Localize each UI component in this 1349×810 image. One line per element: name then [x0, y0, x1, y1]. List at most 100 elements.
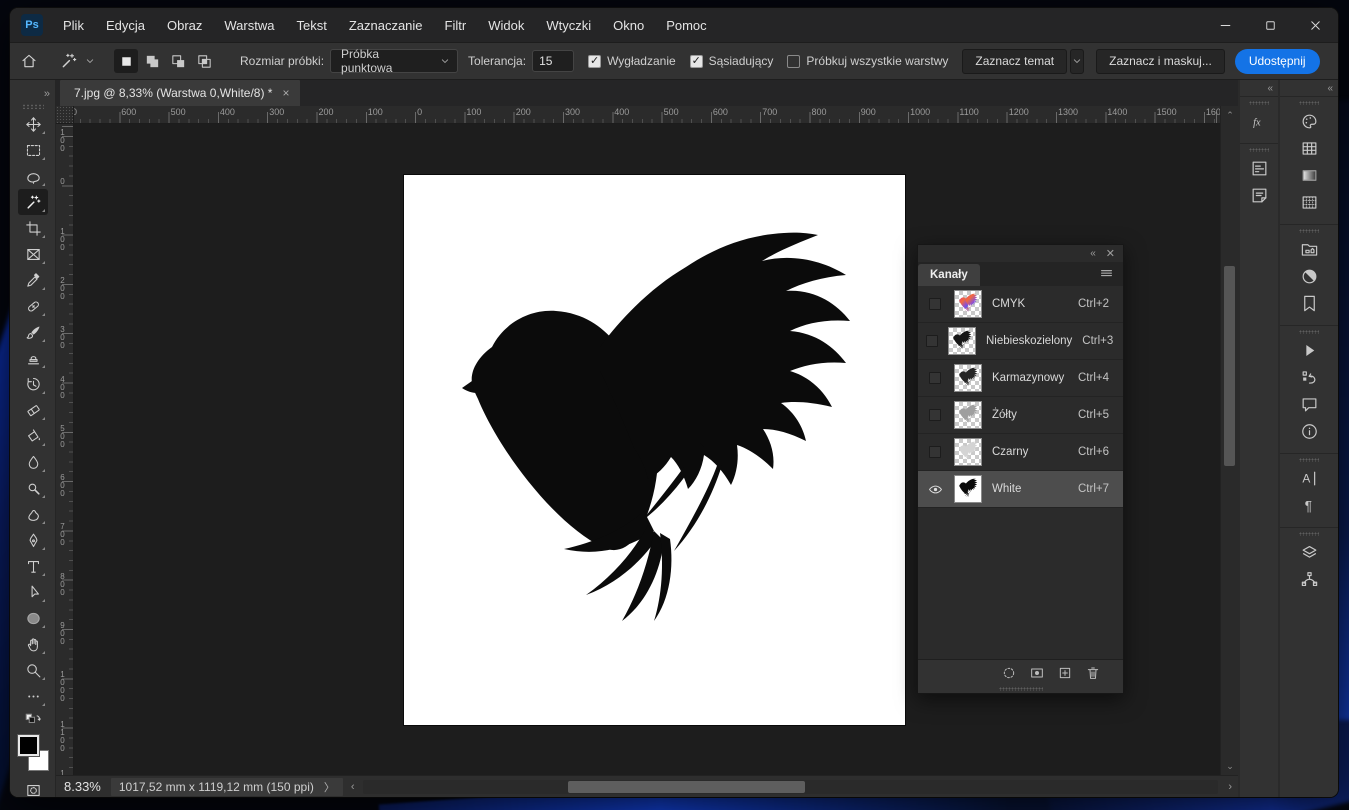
panel-history-icon[interactable] [1294, 364, 1324, 391]
home-button[interactable] [20, 48, 38, 74]
horizontal-ruler[interactable]: 0600500400300200100010020030040050060070… [74, 106, 1220, 124]
dock-group-drag-handle[interactable] [1299, 330, 1319, 334]
ruler-origin-corner[interactable] [56, 106, 74, 124]
intersect-selection-button[interactable] [192, 49, 216, 73]
tool-move[interactable] [18, 111, 48, 137]
tool-rectangular-marquee[interactable] [18, 137, 48, 163]
tool-brush[interactable] [18, 319, 48, 345]
scroll-up-icon[interactable]: ⌃ [1221, 108, 1239, 122]
scroll-down-icon[interactable]: ⌄ [1221, 759, 1239, 773]
menu-tekst[interactable]: Tekst [287, 14, 335, 37]
horizontal-scrollbar[interactable] [363, 780, 1219, 794]
menu-zaznaczanie[interactable]: Zaznaczanie [340, 14, 432, 37]
dock-collapse-icon[interactable]: « [1240, 80, 1278, 96]
panel-color-table-icon[interactable] [1294, 135, 1324, 162]
panel-gradient-icon[interactable] [1294, 162, 1324, 189]
load-selection-icon[interactable] [1001, 665, 1017, 681]
panel-paths-icon[interactable] [1294, 566, 1324, 593]
save-selection-icon[interactable] [1029, 665, 1045, 681]
channel-row-white[interactable]: WhiteCtrl+7 [918, 471, 1123, 508]
panel-swatches-icon[interactable] [1294, 108, 1324, 135]
menu-wtyczki[interactable]: Wtyczki [537, 14, 600, 37]
tool-history-brush[interactable] [18, 371, 48, 397]
tool-eraser[interactable] [18, 397, 48, 423]
visibility-eye-icon[interactable] [926, 482, 944, 496]
minimize-button[interactable] [1203, 8, 1248, 42]
channel-thumbnail[interactable] [954, 290, 982, 318]
tool-paint-bucket[interactable] [18, 423, 48, 449]
tool-frame[interactable] [18, 241, 48, 267]
menu-okno[interactable]: Okno [604, 14, 653, 37]
panel-collapse-icon[interactable]: « [1090, 248, 1096, 259]
panel-paragraph-icon[interactable]: ¶ [1294, 492, 1324, 519]
tool-ellipse-shape[interactable] [18, 605, 48, 631]
menu-edycja[interactable]: Edycja [97, 14, 154, 37]
tool-dodge[interactable] [18, 475, 48, 501]
panel-notes-icon[interactable] [1244, 182, 1274, 209]
document-info[interactable]: 1017,52 mm x 1119,12 mm (150 ppi) 〉 [111, 778, 343, 796]
tool-hand[interactable] [18, 631, 48, 657]
visibility-checkbox[interactable] [926, 408, 944, 422]
channel-thumbnail[interactable] [954, 364, 982, 392]
panel-info-icon[interactable] [1294, 418, 1324, 445]
delete-icon[interactable] [1085, 665, 1101, 681]
channel-thumbnail[interactable] [954, 401, 982, 429]
sample-size-select[interactable]: Próbka punktowa [330, 49, 458, 73]
channel-row-niebieskozielony[interactable]: NiebieskozielonyCtrl+3 [918, 323, 1123, 360]
tool-spot-healing[interactable] [18, 293, 48, 319]
tool-eyedropper[interactable] [18, 267, 48, 293]
document-page[interactable] [404, 175, 905, 725]
select-subject-dropdown[interactable] [1070, 49, 1084, 74]
zoom-level-field[interactable]: 8.33% [56, 779, 111, 794]
menu-filtr[interactable]: Filtr [436, 14, 476, 37]
vertical-scrollbar[interactable]: ⌃ ⌄ [1220, 106, 1238, 775]
tab-channels[interactable]: Kanały [918, 264, 980, 286]
tool-magic-wand[interactable] [18, 189, 48, 215]
status-expander-icon[interactable]: 〉 [324, 779, 335, 795]
panel-menu-icon[interactable] [1098, 265, 1123, 286]
checkbox-pr-bkuj-wszystkie-warstwy[interactable]: Próbkuj wszystkie warstwy [787, 54, 948, 68]
vertical-scroll-thumb[interactable] [1224, 266, 1235, 466]
swap-colors-icon[interactable] [16, 713, 50, 729]
panel-properties-icon[interactable] [1244, 155, 1274, 182]
panel-close-icon[interactable]: ✕ [1106, 247, 1115, 260]
panel-comments-icon[interactable] [1294, 391, 1324, 418]
toolbar-drag-handle[interactable] [22, 104, 44, 109]
checkbox-box[interactable]: ✓ [690, 55, 703, 68]
tool-clone-stamp[interactable] [18, 345, 48, 371]
tool-lasso[interactable] [18, 163, 48, 189]
menu-obraz[interactable]: Obraz [158, 14, 211, 37]
tool-preset-picker[interactable] [52, 46, 100, 76]
panel-resize-grip[interactable] [918, 685, 1123, 693]
document-tab[interactable]: 7.jpg @ 8,33% (Warstwa 0,White/8) * × [60, 80, 300, 106]
tool-crop[interactable] [18, 215, 48, 241]
checkbox-s-siaduj-cy[interactable]: ✓Sąsiadujący [690, 54, 774, 68]
visibility-checkbox[interactable] [926, 334, 938, 348]
menu-widok[interactable]: Widok [479, 14, 533, 37]
foreground-color-swatch[interactable] [18, 735, 39, 756]
maximize-button[interactable] [1248, 8, 1293, 42]
tool-path-selection[interactable] [18, 579, 48, 605]
menu-plik[interactable]: Plik [54, 14, 93, 37]
dock-group-drag-handle[interactable] [1299, 532, 1319, 536]
quick-mask-button[interactable] [18, 777, 48, 797]
visibility-checkbox[interactable] [926, 371, 944, 385]
new-selection-button[interactable] [114, 49, 138, 73]
scroll-right-icon[interactable]: › [1222, 781, 1238, 793]
add-to-selection-button[interactable] [140, 49, 164, 73]
tool-pen[interactable] [18, 527, 48, 553]
foreground-background-swatches[interactable] [16, 735, 50, 771]
dock-group-drag-handle[interactable] [1299, 229, 1319, 233]
channel-row-czarny[interactable]: CzarnyCtrl+6 [918, 434, 1123, 471]
channel-row-cmyk[interactable]: CMYKCtrl+2 [918, 286, 1123, 323]
checkbox-box[interactable]: ✓ [588, 55, 601, 68]
channel-row-karmazynowy[interactable]: KarmazynowyCtrl+4 [918, 360, 1123, 397]
tool-zoom[interactable] [18, 657, 48, 683]
new-channel-icon[interactable] [1057, 665, 1073, 681]
select-and-mask-button[interactable]: Zaznacz i maskuj... [1096, 49, 1225, 74]
panel-styles-icon[interactable] [1294, 290, 1324, 317]
tool-blur[interactable] [18, 449, 48, 475]
tool-type[interactable] [18, 553, 48, 579]
scroll-left-icon[interactable]: ‹ [343, 781, 363, 793]
tool-smudge[interactable] [18, 501, 48, 527]
